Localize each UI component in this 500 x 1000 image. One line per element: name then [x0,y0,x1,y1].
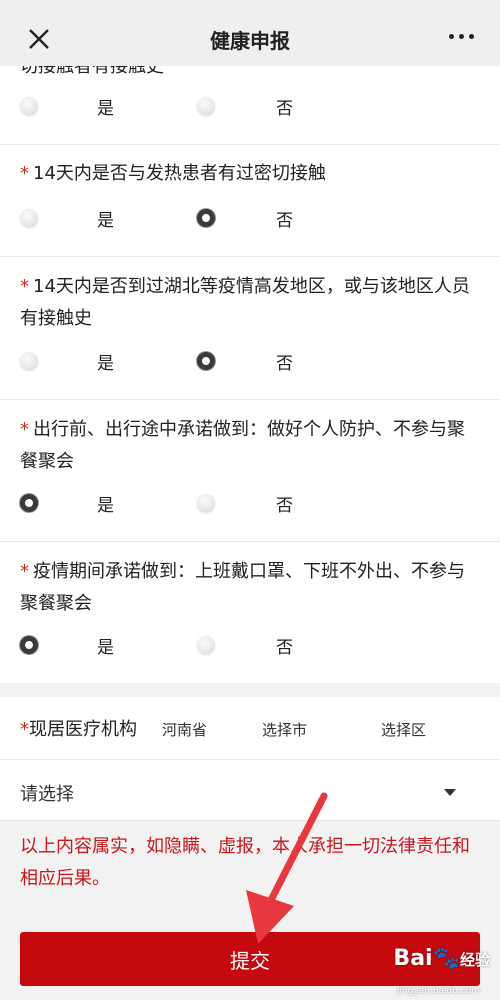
option-row: 是 否 [0,203,500,233]
option-yes-label: 是 [97,638,114,658]
option-row: 是 否 [0,488,500,518]
option-no-label: 否 [276,496,293,516]
question-label: 出行前、出行途中承诺做到：做好个人防护、不参与聚餐聚会 [20,419,465,472]
paw-icon: 🐾 [432,946,460,971]
watermark-brand: Bai [393,946,433,971]
required-mark: * [20,419,29,440]
top-bar: 健康申报 [0,0,500,66]
question-block: * 14天内是否到过湖北等疫情高发地区，或与该地区人员有接触史 是 否 [0,256,500,400]
question-text: * 疫情期间承诺做到：上班戴口罩、下班不外出、不参与聚餐聚会 [20,556,476,620]
dropdown-caret-icon [444,789,456,796]
option-no-label: 否 [276,99,293,119]
radio-yes[interactable] [20,97,38,115]
city-select[interactable]: 选择市 [262,719,307,740]
region-row: *现居医疗机构 河南省 选择市 选择区 [0,697,500,760]
radio-no[interactable] [197,97,215,115]
institution-select[interactable]: 请选择 [0,760,500,821]
required-mark: * [20,561,29,582]
question-label: 疫情期间承诺做到：上班戴口罩、下班不外出、不参与聚餐聚会 [20,561,465,614]
question-text: * 14天内是否与发热患者有过密切接触 [20,158,476,190]
option-yes-label: 是 [97,99,114,119]
radio-no[interactable] [197,636,215,654]
option-row: 是 否 [0,346,500,376]
option-row: 是 否 [0,91,500,121]
radio-yes[interactable] [20,352,38,370]
region-label-text: 现居医疗机构 [29,719,137,740]
notice-text: 以上内容属实，如隐瞒、虚报，本人承担一切法律责任和相应后果。 [20,836,470,889]
section-divider [0,683,500,697]
radio-yes-selected[interactable] [20,494,38,512]
radio-yes-selected[interactable] [20,636,38,654]
question-label: 14天内是否与发热患者有过密切接触 [33,163,326,184]
region-label: *现居医疗机构 [20,715,137,741]
required-mark: * [20,719,29,740]
option-no-label: 否 [276,354,293,374]
question-label: 14天内是否到过湖北等疫情高发地区，或与该地区人员有接触史 [20,276,470,329]
question-block: * 14天内是否与发热患者有过密切接触 是 否 [0,144,500,257]
question-block: * 出行前、出行途中承诺做到：做好个人防护、不参与聚餐聚会 是 否 [0,399,500,542]
question-text: * 出行前、出行途中承诺做到：做好个人防护、不参与聚餐聚会 [20,414,476,478]
question-block: * 疫情期间承诺做到：上班戴口罩、下班不外出、不参与聚餐聚会 是 否 [0,541,500,683]
radio-no-selected[interactable] [197,209,215,227]
more-options-icon[interactable] [449,34,474,39]
watermark-brand2: 经验 [459,951,490,969]
option-yes-label: 是 [97,211,114,231]
select-placeholder: 请选择 [20,784,74,805]
district-select[interactable]: 选择区 [381,719,426,740]
required-mark: * [20,276,29,297]
page-title: 健康申报 [210,29,290,53]
baidu-watermark: Bai🐾经验 [393,946,490,971]
option-yes-label: 是 [97,496,114,516]
question-text: * 14天内是否到过湖北等疫情高发地区，或与该地区人员有接触史 [20,271,476,335]
radio-no[interactable] [197,494,215,512]
required-mark: * [20,163,29,184]
option-yes-label: 是 [97,354,114,374]
option-no-label: 否 [276,638,293,658]
option-no-label: 否 [276,211,293,231]
option-row: 是 否 [0,630,500,660]
radio-no-selected[interactable] [197,352,215,370]
watermark-url: jingyan.baidu.com [396,986,480,996]
province-select[interactable]: 河南省 [162,719,207,740]
radio-yes[interactable] [20,209,38,227]
